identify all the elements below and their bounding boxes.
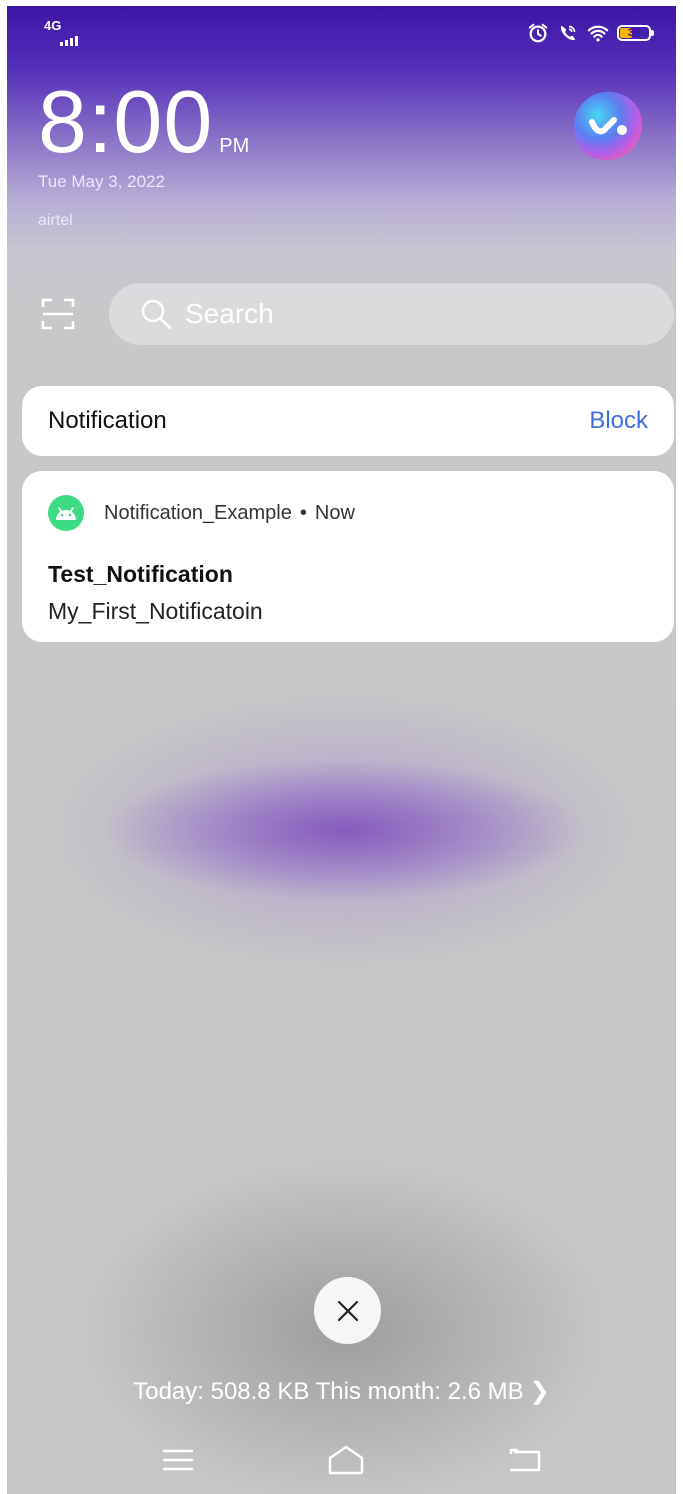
- notification-title: Test_Notification: [48, 561, 233, 587]
- scan-icon[interactable]: [40, 296, 76, 332]
- android-icon: [48, 495, 84, 531]
- alarm-icon: [528, 23, 548, 43]
- signal-strength-icon: [60, 36, 78, 46]
- clock-date: Tue May 3, 2022: [38, 172, 165, 191]
- clock-time: 8:00: [38, 72, 214, 171]
- back-icon[interactable]: [505, 1442, 545, 1478]
- wifi-icon: [587, 25, 609, 42]
- notification-time: Now: [314, 501, 355, 524]
- navigation-bar: [0, 1430, 683, 1490]
- chevron-right-icon: ❯: [529, 1378, 550, 1405]
- menu-icon[interactable]: [158, 1442, 198, 1478]
- carrier-name: airtel: [38, 212, 73, 229]
- clear-notifications-button[interactable]: [314, 1277, 381, 1344]
- home-icon[interactable]: [326, 1442, 366, 1478]
- data-usage-text: Today: 508.8 KB This month: 2.6 MB: [133, 1378, 524, 1405]
- data-usage-link[interactable]: Today: 508.8 KB This month: 2.6 MB ❯: [0, 1377, 683, 1406]
- battery-level: 36: [627, 27, 641, 39]
- wifi-calling-icon: [560, 25, 576, 41]
- status-bar: 4G 36: [0, 18, 683, 54]
- block-button[interactable]: Block: [589, 407, 648, 435]
- notification-body: My_First_Notificatoin: [48, 598, 263, 624]
- network-type: 4G: [44, 18, 62, 33]
- battery-icon: 36: [617, 25, 654, 41]
- assistant-icon[interactable]: [568, 86, 648, 166]
- lockscreen-background: [0, 0, 683, 1494]
- notification-header: Notification Block: [22, 386, 674, 456]
- search-bar[interactable]: Search: [109, 283, 674, 345]
- search-icon: [141, 299, 172, 330]
- notification-card[interactable]: Notification_Example • Now Test_Notifica…: [22, 471, 674, 642]
- notification-app-name: Notification_Example: [104, 501, 292, 524]
- lockscreen-clock: 8:00 PM: [38, 78, 249, 166]
- notification-separator: •: [299, 501, 307, 524]
- notification-header-title: Notification: [48, 407, 167, 434]
- search-placeholder: Search: [185, 298, 274, 329]
- close-icon: [337, 1300, 358, 1321]
- clock-ampm: PM: [219, 135, 250, 157]
